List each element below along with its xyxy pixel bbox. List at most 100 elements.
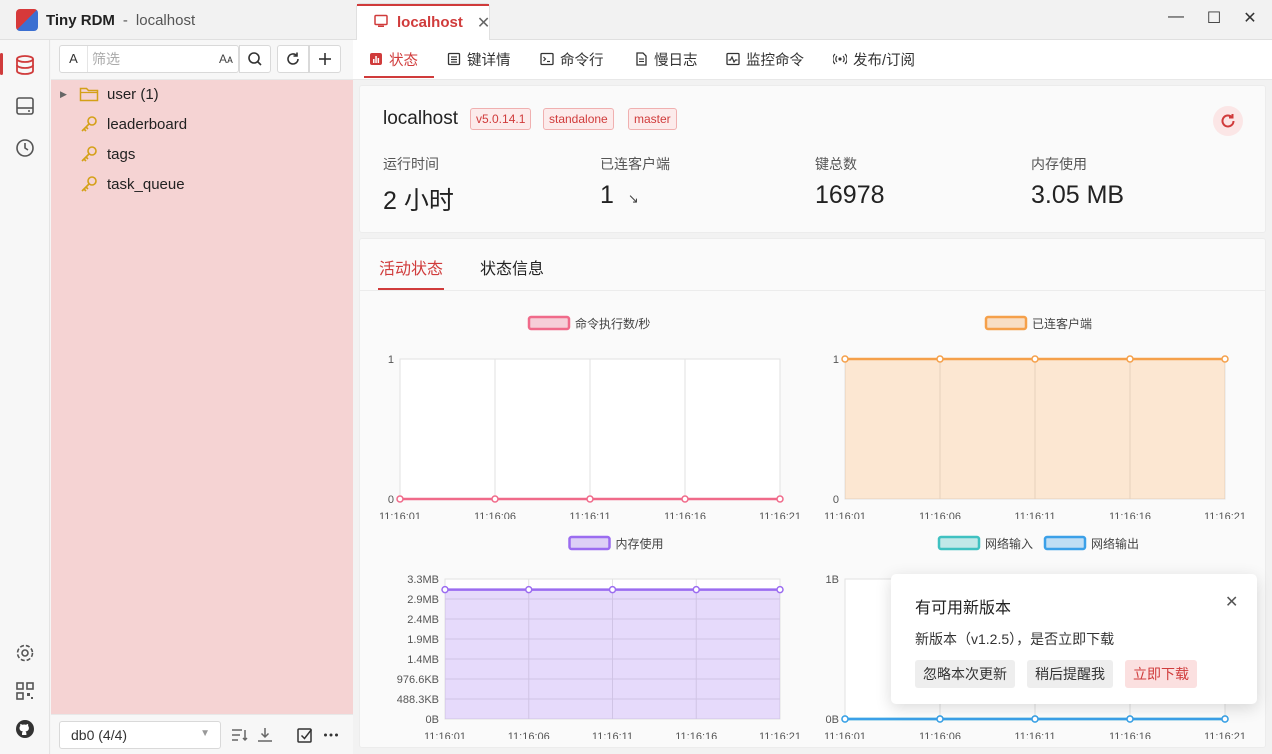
legend-label: 内存使用 — [616, 536, 664, 551]
app-name: Tiny RDM — [46, 11, 115, 29]
match-case-icon[interactable]: Aᴀ — [214, 52, 238, 66]
plus-icon — [319, 53, 331, 65]
tree-item-label: user (1) — [107, 85, 159, 103]
tree-key-leaderboard[interactable]: leaderboard — [51, 109, 353, 139]
tree-folder-user[interactable]: ▶ user (1) — [51, 79, 353, 109]
y-tick-label: 0B — [426, 714, 439, 726]
legend-swatch — [527, 315, 571, 331]
app-title-separator: - — [122, 11, 128, 29]
tree-key-tags[interactable]: tags — [51, 139, 353, 169]
y-tick-label: 1.9MB — [407, 634, 439, 646]
server-list-icon[interactable] — [12, 93, 38, 119]
import-icon[interactable] — [255, 725, 275, 745]
tab-slowlog[interactable]: 慢日志 — [634, 40, 698, 78]
data-point — [936, 715, 944, 723]
tab-key-detail-label: 键详情 — [467, 52, 511, 69]
broadcast-icon — [833, 52, 847, 66]
log-icon — [634, 52, 648, 66]
app-logo — [16, 9, 38, 31]
x-tick-label: 11:16:06 — [508, 731, 550, 739]
x-tick-label: 11:16:16 — [1109, 731, 1151, 739]
settings-icon[interactable] — [12, 640, 38, 666]
filter-type-button[interactable]: A — [60, 46, 88, 72]
notification-close-icon[interactable]: ✕ — [1225, 592, 1238, 612]
tab-cli[interactable]: 命令行 — [540, 40, 604, 78]
x-tick-label: 11:16:06 — [474, 511, 516, 519]
y-tick-label: 1B — [826, 574, 839, 586]
tab-label: localhost — [397, 14, 463, 31]
x-tick-label: 11:16:16 — [1109, 511, 1151, 519]
tab-status-info[interactable]: 状态信息 — [480, 255, 544, 279]
key-icon — [81, 176, 97, 192]
tab-key-detail[interactable]: 键详情 — [447, 40, 511, 78]
tab-status[interactable]: 状态 — [364, 40, 434, 78]
refresh-button[interactable] — [277, 45, 309, 73]
key-icon — [81, 146, 97, 162]
y-tick-label: 2.4MB — [407, 614, 439, 626]
tab-activity[interactable]: 活动状态 — [379, 255, 443, 279]
tab-close-icon[interactable]: ✕ — [477, 13, 490, 33]
tab-pubsub[interactable]: 发布/订阅 — [833, 40, 915, 78]
legend-label: 已连客户端 — [1032, 316, 1092, 331]
add-key-button[interactable] — [309, 45, 341, 73]
maximize-button[interactable]: ☐ — [1202, 8, 1226, 28]
legend-swatch — [1043, 535, 1087, 551]
download-now-button[interactable]: 立即下载 — [1125, 660, 1197, 688]
search-button[interactable] — [239, 45, 271, 73]
app-connection-name: localhost — [135, 11, 196, 29]
history-icon[interactable] — [12, 135, 38, 161]
chart-memory: 内存使用 0B 488.3KB 976.6KB 1.4MB 1.9MB 2.4MB 2.9MB… — [370, 529, 810, 739]
refresh-icon — [1221, 114, 1235, 128]
key-icon — [81, 116, 97, 132]
server-host: localhost — [383, 108, 458, 129]
apps-icon[interactable] — [12, 678, 38, 704]
tab-monitor[interactable]: 监控命令 — [726, 40, 804, 78]
database-icon[interactable] — [12, 52, 38, 78]
auto-refresh-button[interactable] — [1213, 106, 1243, 136]
activity-bar — [0, 40, 50, 754]
x-tick-label: 11:16:11 — [592, 731, 633, 739]
data-point — [1126, 355, 1134, 363]
chart-clients-svg: 已连客户端 0 1 11:16:01 11:16:06 11:16:11 11:16:16 1… — [824, 315, 1246, 519]
x-tick-label: 11:16:21 — [759, 511, 801, 519]
x-tick-label: 11:16:11 — [569, 511, 610, 519]
terminal-icon — [540, 52, 554, 66]
legend-swatch — [568, 535, 611, 551]
stat-keys-label: 键总数 — [815, 156, 857, 172]
filter-input[interactable] — [88, 51, 214, 67]
y-tick-label: 1 — [833, 354, 839, 366]
active-subtab-indicator — [364, 76, 434, 78]
sort-icon[interactable] — [229, 725, 249, 745]
filter-box: A Aᴀ — [59, 45, 239, 73]
x-tick-label: 11:16:06 — [919, 731, 961, 739]
y-tick-label: 2.9MB — [407, 594, 439, 606]
minimize-button[interactable]: — — [1164, 8, 1188, 26]
data-point — [1031, 715, 1039, 723]
ignore-update-button[interactable]: 忽略本次更新 — [915, 660, 1015, 688]
github-icon[interactable] — [12, 716, 38, 742]
app-title: Tiny RDM - localhost — [16, 9, 195, 31]
tab-localhost[interactable]: localhost ✕ — [356, 3, 490, 41]
more-icon[interactable] — [321, 725, 341, 745]
data-point — [1221, 715, 1229, 723]
x-tick-label: 11:16:21 — [1204, 731, 1246, 739]
check-select-icon[interactable] — [295, 725, 315, 745]
database-select[interactable]: db0 (4/4) ▼ — [59, 721, 221, 749]
x-tick-label: 11:16:11 — [1014, 731, 1055, 739]
window-close-button[interactable]: ✕ — [1238, 8, 1262, 28]
data-point — [1126, 715, 1134, 723]
data-point — [776, 585, 784, 594]
tree-key-task-queue[interactable]: task_queue — [51, 169, 353, 199]
y-tick-label: 0 — [833, 494, 839, 506]
database-select-value: db0 (4/4) — [71, 727, 128, 743]
remind-later-button[interactable]: 稍后提醒我 — [1027, 660, 1113, 688]
key-sidebar: A Aᴀ ▶ user (1) leaderboard tags task_qu… — [51, 40, 353, 754]
stat-keys-value: 16978 — [815, 181, 885, 209]
server-info-card: localhost v5.0.14.1 standalone master 运行… — [359, 85, 1266, 233]
expand-arrow-icon[interactable]: ▶ — [60, 89, 67, 100]
tab-slowlog-label: 慢日志 — [654, 52, 698, 69]
panel-tab-divider — [360, 290, 1265, 291]
chart-memory-svg: 内存使用 0B 488.3KB 976.6KB 1.4MB 1.9MB 2.4MB 2.9MB… — [397, 535, 801, 739]
legend-label: 网络输入 — [985, 536, 1033, 551]
sidebar-bottom-bar: db0 (4/4) ▼ — [51, 714, 353, 754]
